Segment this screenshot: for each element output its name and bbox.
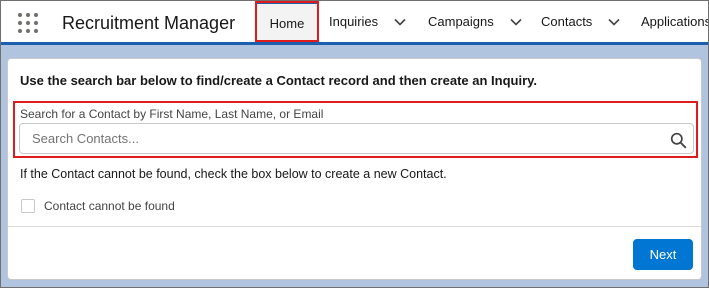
app-window: Recruitment Manager Home Inquiries Campa…: [0, 0, 709, 288]
tab-campaigns[interactable]: Campaigns: [428, 1, 524, 42]
search-icon[interactable]: [670, 132, 687, 149]
chevron-down-icon[interactable]: [392, 14, 408, 30]
checkbox-label[interactable]: Contact cannot be found: [44, 199, 175, 213]
tab-applications-label: Applications: [641, 14, 709, 29]
chevron-down-icon[interactable]: [606, 14, 622, 30]
global-nav-bar: Recruitment Manager Home Inquiries Campa…: [1, 1, 708, 45]
chevron-down-icon[interactable]: [508, 14, 524, 30]
contact-not-found-checkbox[interactable]: [21, 199, 35, 213]
contact-search-card: Use the search bar below to find/create …: [7, 58, 702, 280]
help-text: If the Contact cannot be found, check th…: [20, 167, 447, 181]
next-button[interactable]: Next: [633, 239, 693, 270]
tab-home-label: Home: [269, 15, 305, 31]
search-contacts-input[interactable]: [19, 123, 694, 154]
tab-home[interactable]: Home: [255, 1, 319, 42]
tab-applications[interactable]: Applications: [641, 1, 709, 42]
tab-inquiries[interactable]: Inquiries: [329, 1, 408, 42]
app-launcher-icon[interactable]: [18, 13, 38, 33]
tab-campaigns-label: Campaigns: [428, 14, 494, 29]
footer-divider: [8, 226, 701, 227]
app-title: Recruitment Manager: [62, 13, 236, 33]
card-heading: Use the search bar below to find/create …: [20, 73, 538, 88]
tab-contacts-label: Contacts: [541, 14, 593, 29]
tab-inquiries-label: Inquiries: [329, 14, 379, 29]
tab-contacts[interactable]: Contacts: [541, 1, 622, 42]
search-field-label: Search for a Contact by First Name, Last…: [20, 107, 324, 121]
